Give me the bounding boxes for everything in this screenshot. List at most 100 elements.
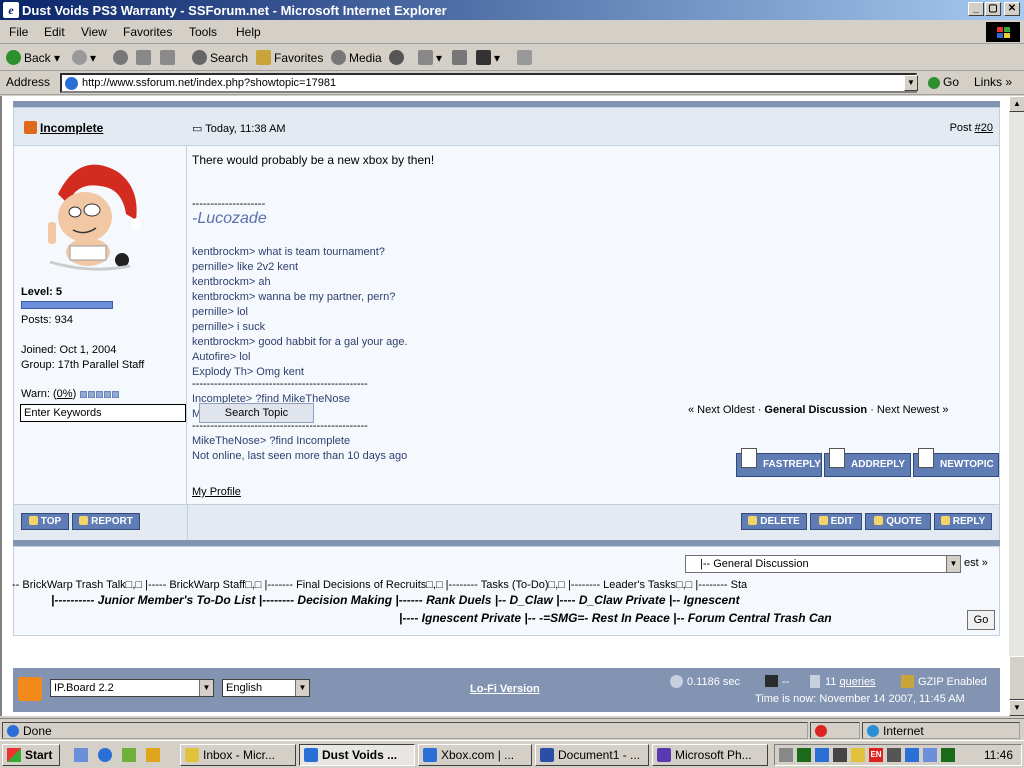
language-indicator[interactable]: EN bbox=[869, 748, 883, 762]
language-select[interactable]: English ▼ bbox=[222, 679, 310, 697]
next-oldest-link[interactable]: « Next Oldest · bbox=[688, 404, 764, 416]
footer-divider bbox=[187, 505, 188, 539]
menu-favorites[interactable]: Favorites bbox=[123, 25, 172, 39]
print-button[interactable] bbox=[452, 50, 470, 65]
page-icon bbox=[741, 448, 757, 468]
home-button[interactable] bbox=[160, 50, 178, 65]
task-dust-voids[interactable]: Dust Voids ... bbox=[299, 744, 415, 766]
tray-app-icon[interactable] bbox=[923, 748, 937, 762]
scroll-thumb[interactable] bbox=[1009, 656, 1024, 700]
delete-button[interactable]: DELETE bbox=[741, 513, 807, 530]
tray-app-icon[interactable] bbox=[797, 748, 811, 762]
lofi-link[interactable]: Lo-Fi Version bbox=[470, 683, 540, 695]
window-title: Dust Voids PS3 Warranty - SSForum.net - … bbox=[22, 3, 447, 18]
menu-tools[interactable]: Tools bbox=[189, 25, 217, 39]
address-bar: Address http://www.ssforum.net/index.php… bbox=[0, 71, 1024, 95]
status-blocked-panel bbox=[810, 722, 860, 739]
tray-app-icon[interactable] bbox=[851, 748, 865, 762]
discuss-button[interactable] bbox=[517, 50, 535, 65]
top-button[interactable]: TOP bbox=[21, 513, 69, 530]
new-topic-button[interactable]: NEWTOPIC bbox=[913, 448, 999, 477]
task-inbox[interactable]: Inbox - Micr... bbox=[180, 744, 296, 766]
search-button[interactable]: Search bbox=[192, 50, 248, 65]
forum-list-row-2[interactable]: |---- Ignescent Private |-- -=SMG=- Rest… bbox=[399, 611, 832, 625]
post-date: ▭ Today, 11:38 AM bbox=[192, 123, 286, 135]
forum-link[interactable]: General Discussion bbox=[764, 404, 867, 416]
menu-view[interactable]: View bbox=[81, 25, 107, 39]
tray-app-icon[interactable] bbox=[905, 748, 919, 762]
scroll-up-button[interactable]: ▲ bbox=[1009, 96, 1024, 112]
post-message: There would probably be a new xbox by th… bbox=[192, 153, 435, 167]
post-number-link[interactable]: #20 bbox=[975, 122, 993, 134]
tray-app-icon[interactable] bbox=[833, 748, 847, 762]
start-button[interactable]: Start bbox=[2, 744, 60, 766]
current-time: Time is now: November 14 2007, 11:45 AM bbox=[755, 693, 965, 705]
up-arrow-icon bbox=[28, 516, 38, 525]
quicklaunch-ie-icon[interactable] bbox=[98, 748, 112, 762]
chat-line: Explody Th> Omg kent bbox=[192, 366, 304, 378]
jump-go-button[interactable]: Go bbox=[967, 610, 995, 630]
go-button[interactable]: Go bbox=[928, 75, 959, 89]
forward-button[interactable]: ▾ bbox=[72, 50, 96, 65]
quicklaunch-outlook-icon[interactable] bbox=[122, 748, 136, 762]
discuss-icon bbox=[517, 50, 532, 65]
links-button[interactable]: Links » bbox=[974, 75, 1012, 89]
windows-flag-icon bbox=[7, 748, 21, 762]
media-button[interactable]: Media bbox=[331, 50, 382, 65]
dropdown-arrow-icon: ▼ bbox=[199, 680, 213, 696]
close-button[interactable]: ✕ bbox=[1004, 2, 1020, 16]
jump-trail-text: est » bbox=[964, 557, 988, 569]
queries-link[interactable]: queries bbox=[839, 676, 875, 688]
quicklaunch-desktop-icon[interactable] bbox=[74, 748, 88, 762]
user-posts: Posts: 934 bbox=[21, 314, 73, 326]
tray-app-icon[interactable] bbox=[887, 748, 901, 762]
fast-reply-button[interactable]: FASTREPLY bbox=[736, 448, 822, 477]
edit-word-button[interactable]: ▾ bbox=[476, 50, 500, 65]
search-keywords-input[interactable]: Enter Keywords bbox=[20, 404, 186, 422]
next-newest-link[interactable]: · Next Newest » bbox=[867, 404, 948, 416]
chat-separator: ----------------------------------------… bbox=[192, 378, 368, 390]
menu-edit[interactable]: Edit bbox=[44, 25, 65, 39]
tray-app-icon[interactable] bbox=[815, 748, 829, 762]
task-photoshop[interactable]: Microsoft Ph... bbox=[652, 744, 768, 766]
maximize-button[interactable]: ▢ bbox=[985, 2, 1001, 16]
favorites-icon bbox=[256, 50, 271, 65]
address-dropdown-button[interactable]: ▼ bbox=[904, 75, 918, 91]
menu-help[interactable]: Help bbox=[236, 25, 261, 39]
quote-button[interactable]: QUOTE bbox=[865, 513, 931, 530]
stop-button[interactable] bbox=[113, 50, 131, 65]
rss-icon[interactable] bbox=[18, 677, 42, 701]
my-profile-link[interactable]: My Profile bbox=[192, 486, 241, 498]
task-document1[interactable]: Document1 - ... bbox=[535, 744, 649, 766]
quicklaunch-media-icon[interactable] bbox=[146, 748, 160, 762]
minimize-button[interactable]: _ bbox=[968, 2, 984, 16]
warn-level-link[interactable]: 0% bbox=[57, 388, 73, 400]
vertical-scrollbar[interactable]: ▲ ▼ bbox=[1008, 96, 1024, 716]
refresh-button[interactable] bbox=[136, 50, 154, 65]
signature-name: -Lucozade bbox=[192, 210, 267, 227]
mail-button[interactable]: ▾ bbox=[418, 50, 442, 65]
window-title-bar: e Dust Voids PS3 Warranty - SSForum.net … bbox=[0, 0, 1024, 20]
edit-button[interactable]: EDIT bbox=[810, 513, 862, 530]
task-xbox[interactable]: Xbox.com | ... bbox=[418, 744, 532, 766]
forum-list-row-1[interactable]: |---------- Junior Member's To-Do List |… bbox=[51, 593, 740, 607]
reply-button[interactable]: REPLY bbox=[934, 513, 992, 530]
volume-icon[interactable] bbox=[779, 748, 793, 762]
word-icon bbox=[540, 748, 554, 762]
word-icon bbox=[476, 50, 491, 65]
media-icon bbox=[331, 50, 346, 65]
forum-jump-select[interactable]: |-- General Discussion ▼ bbox=[685, 555, 961, 573]
clock: 11:46 bbox=[983, 748, 1013, 762]
back-button[interactable]: Back ▾ bbox=[6, 50, 60, 65]
address-input[interactable]: http://www.ssforum.net/index.php?showtop… bbox=[60, 73, 917, 93]
add-reply-button[interactable]: ADDREPLY bbox=[824, 448, 911, 477]
tray-app-icon[interactable] bbox=[941, 748, 955, 762]
skin-select[interactable]: IP.Board 2.2 ▼ bbox=[50, 679, 214, 697]
menu-file[interactable]: File bbox=[9, 25, 28, 39]
scroll-down-button[interactable]: ▼ bbox=[1009, 700, 1024, 716]
history-button[interactable] bbox=[389, 50, 407, 65]
report-button[interactable]: REPORT bbox=[72, 513, 140, 530]
favorites-button[interactable]: Favorites bbox=[256, 50, 323, 65]
search-topic-button[interactable]: Search Topic bbox=[199, 403, 314, 423]
post-author-link[interactable]: Incomplete bbox=[24, 121, 103, 135]
